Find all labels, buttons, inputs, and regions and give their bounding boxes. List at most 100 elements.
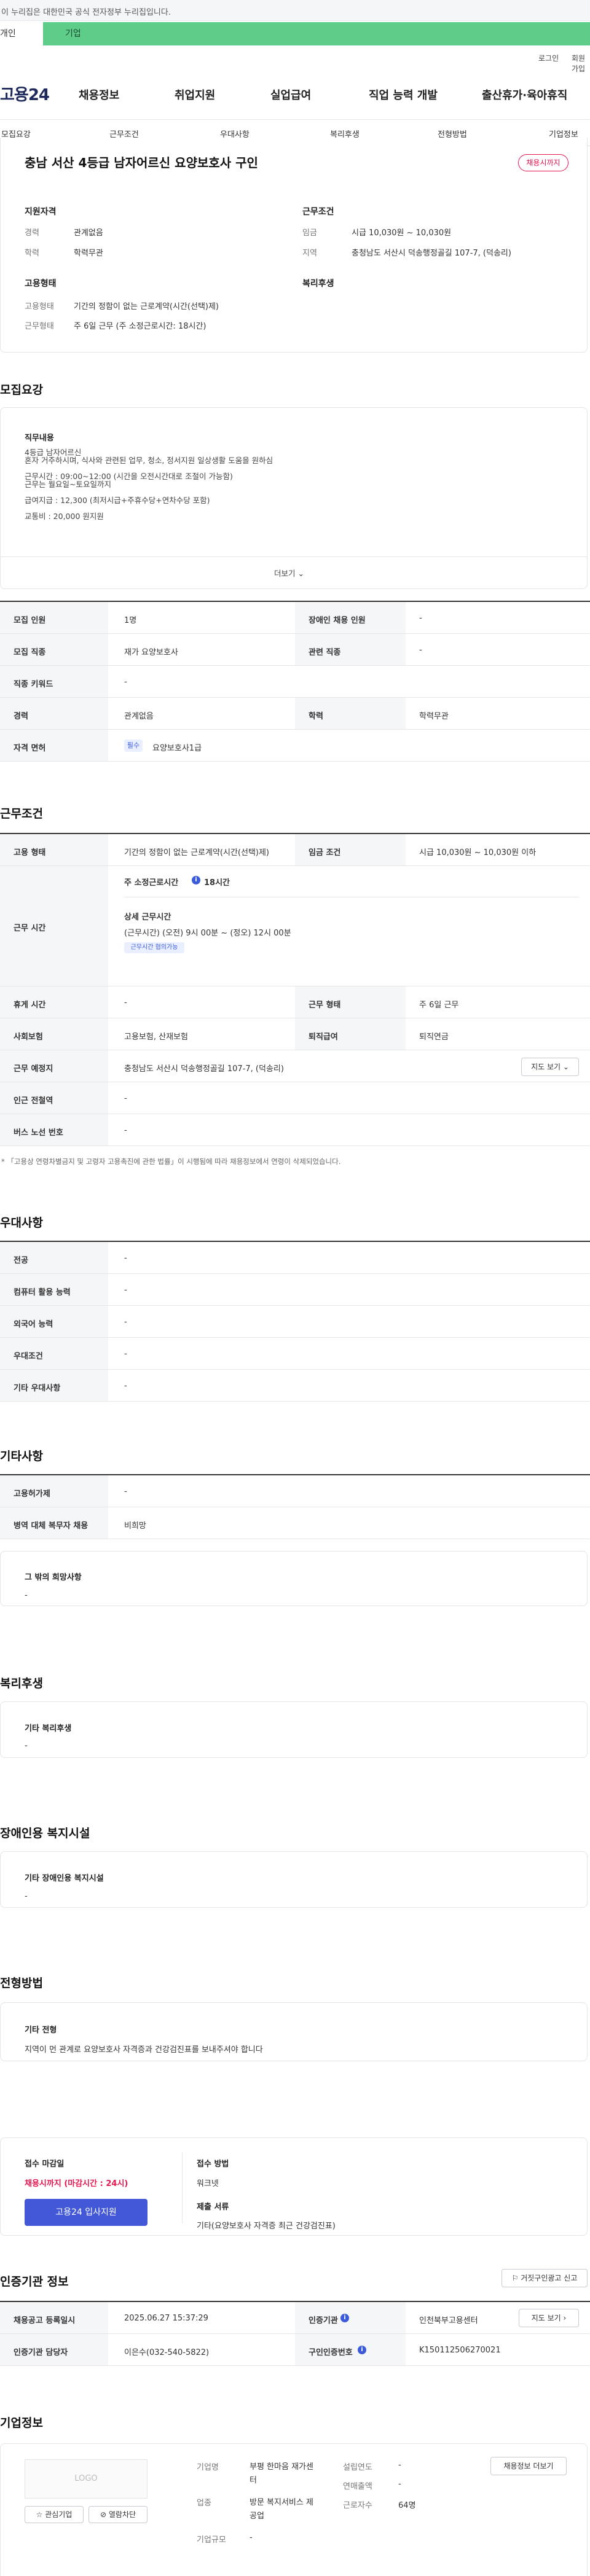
- wage-cond-value: 시급 10,030원 ~ 10,030원 이하: [419, 848, 537, 857]
- manager-value: 이은수(032-540-5822): [124, 2348, 210, 2357]
- work-shape-label: 근무 형태: [309, 1001, 341, 1010]
- founded-value: -: [398, 2461, 401, 2470]
- agency-label: 인증기관: [309, 2316, 338, 2325]
- process-other-heading: 기타 전형: [25, 2026, 57, 2035]
- experience-value: 관계없음: [124, 712, 154, 721]
- tab-person[interactable]: 개인: [0, 22, 43, 45]
- block-button[interactable]: ⊘ 열람차단: [88, 2506, 148, 2523]
- other-wish-value: -: [25, 1591, 28, 1600]
- bus-value: -: [124, 1126, 127, 1135]
- user-type-tabs: 개인 기업: [0, 22, 590, 45]
- site-logo[interactable]: 고용24: [0, 82, 50, 105]
- subway-label: 인근 전철역: [14, 1096, 53, 1106]
- welfare-title: 복리후생: [0, 1677, 43, 1690]
- other-pref-value: -: [124, 1381, 127, 1391]
- tab-corp[interactable]: 기업: [65, 22, 81, 45]
- info-icon[interactable]: i: [358, 2346, 366, 2354]
- info-icon[interactable]: i: [340, 2314, 349, 2322]
- chevron-right-icon: ›: [563, 2314, 567, 2322]
- emp-form-value: 기간의 정함이 없는 근로계약(시간(선택)제): [124, 848, 270, 857]
- chevron-down-icon: ⌄: [562, 1063, 569, 1071]
- emp-type-value: 기간의 정함이 없는 근로계약(시간(선택)제): [74, 302, 219, 311]
- table-row: 병역 대체 복무자 채용 비희망: [0, 1507, 590, 1539]
- work-shape-value: 주 6일 근무: [419, 1001, 459, 1010]
- company-title: 기업정보: [0, 2416, 43, 2430]
- company-jobs-button[interactable]: 채용정보 더보기: [490, 2457, 567, 2475]
- edu-label: 학력: [25, 249, 39, 258]
- other-wish-card: [0, 1551, 588, 1606]
- recruit-count-value: 1명: [124, 616, 137, 625]
- license-label: 자격 면허: [14, 744, 46, 753]
- place-value: 충청남도 서산시 덕송행정골길 107-7, (덕송리): [352, 249, 511, 258]
- location-value: 충청남도 서산시 덕송행정골길 107-7, (덕송리): [124, 1064, 284, 1074]
- reg-date-value: 2025.06.27 15:37:29: [124, 2314, 208, 2323]
- detail-time-value: (근무시간) (오전) 9시 00분 ~ (정오) 12시 00분: [124, 929, 291, 938]
- table-row: 근무 예정지 충청남도 서산시 덕송행정골길 107-7, (덕송리) 지도 보…: [0, 1050, 590, 1082]
- pref-title: 우대사항: [0, 1216, 43, 1230]
- age-notice: * 「고용상 연령차별금지 및 고령자 고용촉진에 관한 법률」이 시행됨에 따…: [1, 1157, 341, 1166]
- military-value: 비희망: [124, 1521, 146, 1531]
- education-value: 학력무관: [419, 712, 449, 721]
- interest-button[interactable]: ☆ 관심기업: [25, 2506, 84, 2523]
- table-row: 근무 시간 주 소정근로시간 i 18시간 상세 근무시간 (근무시간) (오전…: [0, 866, 590, 986]
- duty-content: 4등급 남자어르신 혼자 거주하시며, 식사와 관련된 업무, 청소, 정서지원…: [25, 448, 273, 520]
- work-type-label: 근무형태: [25, 322, 54, 331]
- work-title: 근무조건: [0, 807, 43, 821]
- required-badge: 필수: [124, 740, 143, 752]
- wage-label: 임금: [302, 228, 317, 238]
- gnb-parental-leave[interactable]: 출산휴가·육아휴직: [482, 87, 567, 103]
- retirement-label: 퇴직급여: [309, 1032, 338, 1042]
- agency-table: 채용공고 등록일시 2025.06.27 15:37:29 인증기관 i 인천북…: [0, 2301, 590, 2366]
- more-label: 더보기: [274, 569, 296, 578]
- table-row: 인증기관 담당자 이은수(032-540-5822) 구인인증번호 i K150…: [0, 2334, 590, 2366]
- deadline-heading: 접수 마감일: [25, 2160, 65, 2169]
- disabled-title: 장애인용 복지시설: [0, 1827, 90, 1840]
- docs-heading: 제출 서류: [197, 2203, 229, 2212]
- welfare-card-heading: 기타 복리후생: [25, 1724, 72, 1733]
- more-button[interactable]: 더보기 ⌄: [274, 567, 304, 579]
- gnb-vocational-training[interactable]: 직업 능력 개발: [369, 87, 438, 103]
- etc-title: 기타사항: [0, 1450, 43, 1463]
- pref-cond-value: -: [124, 1349, 127, 1359]
- report-button[interactable]: ⚐ 거짓구인광고 신고: [502, 2269, 588, 2287]
- related-category-label: 관련 직종: [309, 648, 341, 657]
- experience-label: 경력: [14, 712, 28, 721]
- table-row: 고용 형태 기간의 정함이 없는 근로계약(시간(선택)제) 임금 조건 시급 …: [0, 834, 590, 866]
- company-logo: LOGO: [25, 2459, 148, 2499]
- gnb-employment-support[interactable]: 취업지원: [175, 87, 215, 103]
- workers-value: 64명: [398, 2501, 416, 2510]
- info-icon[interactable]: i: [192, 876, 200, 884]
- subway-value: -: [124, 1094, 127, 1103]
- table-row: 자격 면허 필수 요양보호사1급: [0, 730, 590, 762]
- table-row: 인근 전철역 -: [0, 1082, 590, 1114]
- report-button-label: 거짓구인광고 신고: [521, 2274, 578, 2282]
- weekly-hours-value: 18시간: [204, 878, 230, 888]
- agency-title: 인증기관 정보: [0, 2275, 69, 2289]
- login-link[interactable]: 로그인: [538, 53, 559, 63]
- report-icon: ⚐: [511, 2274, 519, 2282]
- retirement-value: 퇴직연금: [419, 1032, 449, 1042]
- duty-line: 급여지급 : 12,300 (최저시급+주휴수당+연차수당 포함): [25, 496, 210, 505]
- gnb-jobs[interactable]: 채용정보: [79, 87, 119, 103]
- work-time-label: 근무 시간: [14, 924, 46, 933]
- duty-line: 근무는 월요일~토요일까지: [25, 480, 111, 489]
- table-row: 채용공고 등록일시 2025.06.27 15:37:29 인증기관 i 인천북…: [0, 2302, 590, 2334]
- agency-map-button[interactable]: 지도 보기 ›: [519, 2309, 579, 2327]
- license-value: 요양보호사1급: [152, 744, 202, 753]
- weekly-hours-label: 주 소정근로시간: [124, 878, 179, 888]
- pref-table: 전공 - 컴퓨터 활용 능력 - 외국어 능력 - 우대조건 - 기타 우대사항…: [0, 1241, 590, 1402]
- detail-time-heading: 상세 근무시간: [124, 913, 171, 922]
- map-button[interactable]: 지도 보기 ⌄: [521, 1058, 579, 1076]
- signup-link[interactable]: 회원가입: [572, 53, 590, 74]
- industry-label: 업종: [197, 2499, 211, 2508]
- apply-button[interactable]: 고용24 입사지원: [25, 2199, 148, 2226]
- education-label: 학력: [309, 712, 323, 721]
- table-row: 고용허가제 -: [0, 1475, 590, 1507]
- table-row: 사회보험 고용보험, 산재보험 퇴직급여 퇴직연금: [0, 1018, 590, 1050]
- cond-heading: 근무조건: [302, 207, 334, 217]
- job-category-label: 모집 직종: [14, 648, 46, 657]
- language-value: -: [124, 1317, 127, 1327]
- gnb-unemployment-benefit[interactable]: 실업급여: [270, 87, 311, 103]
- disabled-count-label: 장애인 채용 인원: [309, 616, 366, 625]
- recruit-title: 모집요강: [0, 383, 43, 397]
